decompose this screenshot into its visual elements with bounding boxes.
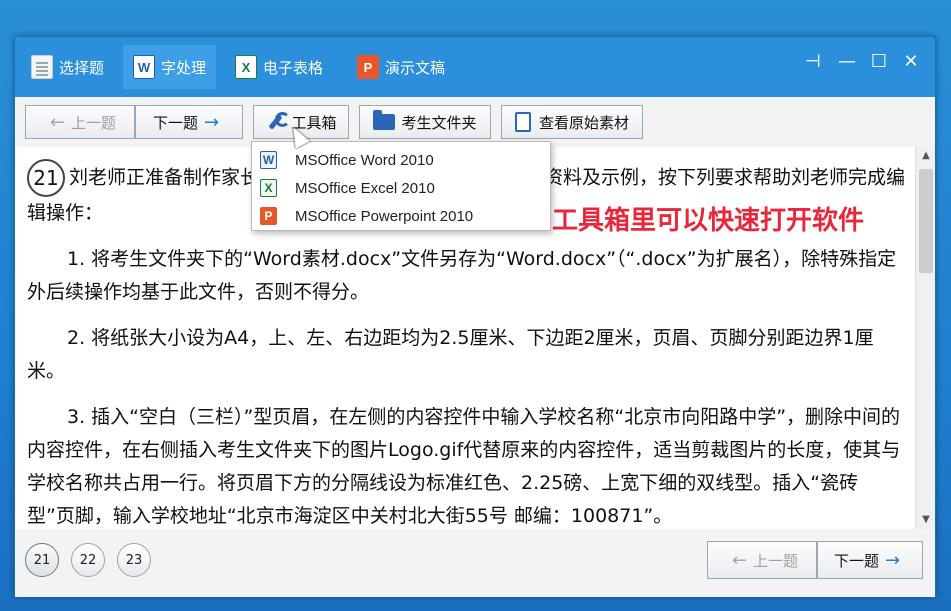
menu-item-word-label: MSOffice Word 2010 [295,151,434,169]
arrow-right-icon: → [203,111,220,133]
question-item-text: 2. 将纸张大小设为A4，上、左、右边距均为2.5厘米、下边距2厘米，页眉、页脚… [27,327,874,382]
maximize-icon[interactable]: ☐ [865,51,893,72]
menu-item-powerpoint[interactable]: P MSOffice Powerpoint 2010 [252,202,550,230]
annotation-caption: 工具箱里可以快速打开软件 [548,200,869,237]
exam-folder-button[interactable]: 考生文件夹 [359,105,491,139]
page-icon [514,112,531,132]
tab-choice[interactable]: 选择题 [21,45,114,89]
word-icon: W [260,151,277,169]
title-bar: 选择题 W 字处理 X 电子表格 P 演示文稿 ⊣ — ☐ ✕ [15,37,935,97]
next-question-label: 下一题 [152,113,198,132]
bottom-navigation: 21 22 23 ← 上一题 下一题 → [15,529,935,597]
prev-question-label: 上一题 [71,113,117,132]
next-question-button[interactable]: 下一题 → [135,105,243,139]
question-item-text: 3. 插入“空白（三栏）”型页眉，在左侧的内容控件中输入学校名称“北京市向阳路中… [27,406,901,527]
question-item: 1. 将考生文件夹下的“Word素材.docx”文件另存为“Word.docx”… [27,243,905,309]
excel-icon: X [235,55,257,79]
bottom-prev-button[interactable]: ← 上一题 [707,541,817,579]
tab-word-processing-label: 字处理 [161,58,207,77]
bottom-prev-label: 上一题 [753,551,799,570]
tab-word-processing[interactable]: W 字处理 [123,45,217,89]
arrow-left-icon: ← [731,549,748,571]
powerpoint-icon: P [357,55,379,79]
arrow-left-icon: ← [49,111,66,133]
view-material-button[interactable]: 查看原始素材 [501,105,643,139]
exam-folder-label: 考生文件夹 [401,113,477,132]
bottom-next-button[interactable]: 下一题 → [817,541,923,579]
word-icon: W [133,55,155,79]
toolbox-menu: W MSOffice Word 2010 X MSOffice Excel 20… [251,141,551,231]
vertical-scrollbar[interactable]: ▲ ▼ [915,147,935,529]
tab-presentation[interactable]: P 演示文稿 [347,45,455,89]
tab-spreadsheet-label: 电子表格 [263,58,324,77]
question-item: 3. 插入“空白（三栏）”型页眉，在左侧的内容控件中输入学校名称“北京市向阳路中… [27,401,905,529]
question-nav-21[interactable]: 21 [25,543,59,577]
menu-item-excel[interactable]: X MSOffice Excel 2010 [252,174,550,202]
menu-item-powerpoint-label: MSOffice Powerpoint 2010 [295,207,474,225]
exam-window: 选择题 W 字处理 X 电子表格 P 演示文稿 ⊣ — ☐ ✕ ← 上一题 下一… [14,36,936,597]
wrench-icon [265,112,291,132]
question-item: 2. 将纸张大小设为A4，上、左、右边距均为2.5厘米、下边距2厘米，页眉、页脚… [27,322,905,388]
view-material-label: 查看原始素材 [538,113,629,132]
arrow-right-icon: → [884,549,901,571]
tab-choice-label: 选择题 [59,58,105,77]
tab-presentation-label: 演示文稿 [385,58,446,77]
powerpoint-icon: P [260,207,277,225]
excel-icon: X [260,179,277,197]
minimize-icon[interactable]: — [833,51,861,72]
question-nav-23[interactable]: 23 [117,543,151,577]
document-icon [31,55,53,79]
scrollbar-thumb[interactable] [919,169,933,273]
question-number-badge: 21 [27,159,65,197]
toolbar: ← 上一题 下一题 → 工具箱 考生文件夹 查看原始素材 [15,97,935,147]
tab-spreadsheet[interactable]: X 电子表格 [225,45,333,89]
menu-item-word[interactable]: W MSOffice Word 2010 [252,146,550,174]
question-nav-22[interactable]: 22 [71,543,105,577]
menu-item-excel-label: MSOffice Excel 2010 [295,179,435,197]
question-item-text: 1. 将考生文件夹下的“Word素材.docx”文件另存为“Word.docx”… [27,248,897,303]
close-icon[interactable]: ✕ [897,51,925,72]
prev-question-button[interactable]: ← 上一题 [25,105,135,139]
scroll-down-icon[interactable]: ▼ [916,511,935,529]
folder-icon [373,110,396,130]
bottom-next-label: 下一题 [833,551,879,570]
scroll-up-icon[interactable]: ▲ [916,147,935,165]
pin-icon[interactable]: ⊣ [799,51,827,72]
